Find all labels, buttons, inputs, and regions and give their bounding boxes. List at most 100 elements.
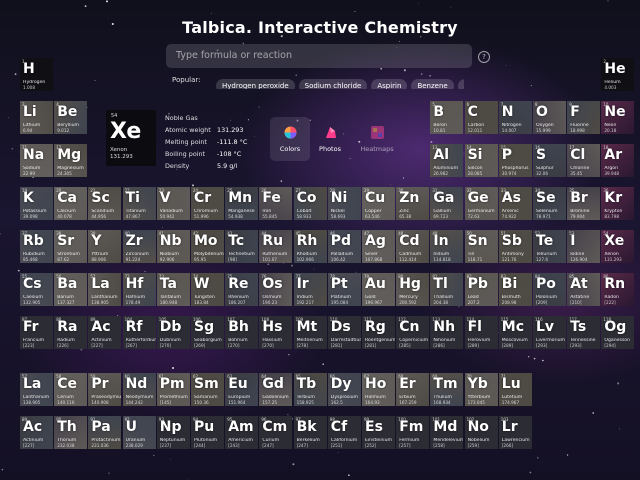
element-cell[interactable]: 29 Cu Copper 63.546: [362, 187, 395, 220]
element-cell[interactable]: 31 Ga Gallium 69.723: [430, 187, 464, 220]
element-cell[interactable]: 12 Mg Magnesium 24.305: [54, 144, 88, 177]
element-cell[interactable]: 82 Pb Lead 207.2: [464, 273, 498, 306]
element-cell[interactable]: 69 Tm Thulium 168.934: [430, 373, 464, 406]
element-cell[interactable]: 19 K Potassium 39.098: [20, 187, 53, 220]
element-cell[interactable]: 83 Bi Bismuth 208.98: [498, 273, 532, 306]
element-cell[interactable]: 108 Hs Hassium [270]: [259, 316, 293, 349]
element-cell[interactable]: 63 Eu Europium 151.964: [225, 373, 259, 406]
element-cell[interactable]: 55 Cs Caesium 132.905: [20, 273, 53, 306]
element-cell[interactable]: 105 Db Dubnium [270]: [156, 316, 190, 349]
element-cell[interactable]: 38 Sr Strontium 87.62: [54, 230, 88, 263]
element-cell[interactable]: 65 Tb Terbium 158.925: [293, 373, 327, 406]
element-cell[interactable]: 100 Fm Fermium [257]: [396, 416, 430, 449]
element-cell[interactable]: 16 S Sulphur 32.06: [533, 144, 566, 177]
selected-element-tile[interactable]: 54 Xe Xenon 131.293: [106, 110, 156, 166]
element-cell[interactable]: 58 Ce Cerium 140.116: [54, 373, 88, 406]
element-cell[interactable]: 45 Rh Rhodium 102.906: [293, 230, 327, 263]
element-cell[interactable]: 52 Te Tellurium 127.6: [533, 230, 566, 263]
element-cell[interactable]: 68 Er Erbium 167.259: [396, 373, 430, 406]
element-cell[interactable]: 53 I Iodine 126.904: [567, 230, 601, 263]
element-cell[interactable]: 95 Am Americium [243]: [225, 416, 259, 449]
element-cell[interactable]: 57 La Lanthanum 138.905: [20, 373, 53, 406]
element-cell[interactable]: 27 Co Cobalt 58.933: [293, 187, 327, 220]
popular-chip[interactable]: Benzene: [411, 79, 454, 89]
element-cell[interactable]: 86 Rn Radon [222]: [601, 273, 635, 306]
popular-chip[interactable]: Hydrogen peroxide: [216, 79, 295, 89]
element-cell[interactable]: 71 Lu Lutetium 174.967: [498, 373, 532, 406]
element-cell[interactable]: 77 Ir Iridium 192.217: [293, 273, 327, 306]
element-cell[interactable]: 17 Cl Chlorine 35.45: [567, 144, 601, 177]
element-cell[interactable]: 37 Rb Rubidium 85.468: [20, 230, 53, 263]
colors-view-button[interactable]: Colors: [270, 117, 310, 161]
element-cell[interactable]: 57 La Lanthanum 138.905: [88, 273, 122, 306]
element-cell[interactable]: 7 N Nitrogen 14.007: [498, 101, 532, 134]
element-cell[interactable]: 92 U Uranium 238.029: [122, 416, 156, 449]
element-cell[interactable]: 26 Fe Iron 55.845: [259, 187, 293, 220]
element-cell[interactable]: 114 Fl Flerovium [289]: [464, 316, 498, 349]
element-cell[interactable]: 109 Mt Meitnerium [278]: [293, 316, 327, 349]
element-cell[interactable]: 67 Ho Holmium 164.93: [362, 373, 395, 406]
element-cell[interactable]: 4 Be Beryllium 9.012: [54, 101, 88, 134]
element-cell[interactable]: 80 Hg Mercury 200.592: [396, 273, 430, 306]
element-cell[interactable]: 36 Kr Krypton 83.798: [601, 187, 635, 220]
element-cell[interactable]: 48 Cd Cadmium 112.414: [396, 230, 430, 263]
element-cell[interactable]: 21 Sc Scandium 44.956: [88, 187, 122, 220]
element-cell[interactable]: 110 Ds Darmstadtium [281]: [327, 316, 361, 349]
popular-chip[interactable]: Ag: [457, 79, 464, 89]
element-cell[interactable]: 84 Po Polonium [209]: [533, 273, 566, 306]
element-cell[interactable]: 62 Sm Samarium 150.36: [191, 373, 224, 406]
element-cell[interactable]: 87 Fr Francium [223]: [20, 316, 53, 349]
element-cell[interactable]: 78 Pt Platinum 195.084: [327, 273, 361, 306]
element-cell[interactable]: 43 Tc Technetium [98]: [225, 230, 259, 263]
element-cell[interactable]: 118 Og Oganesson [294]: [601, 316, 635, 349]
element-cell[interactable]: 34 Se Selenium 78.971: [533, 187, 566, 220]
element-cell[interactable]: 74 W Tungsten 183.84: [191, 273, 224, 306]
element-cell[interactable]: 90 Th Thorium 232.038: [54, 416, 88, 449]
help-icon[interactable]: ?: [478, 51, 490, 63]
element-cell[interactable]: 2 He Helium 4.003: [601, 58, 635, 91]
element-cell[interactable]: 72 Hf Hafnium 178.49: [122, 273, 156, 306]
element-cell[interactable]: 76 Os Osmium 190.23: [259, 273, 293, 306]
element-cell[interactable]: 28 Ni Nickel 58.693: [327, 187, 361, 220]
heatmaps-view-button[interactable]: Heatmaps: [357, 117, 397, 161]
element-cell[interactable]: 94 Pu Plutonium [244]: [191, 416, 224, 449]
element-cell[interactable]: 33 As Arsenic 74.922: [498, 187, 532, 220]
element-cell[interactable]: 24 Cr Chromium 51.996: [191, 187, 224, 220]
element-cell[interactable]: 85 At Astatine [210]: [567, 273, 601, 306]
photos-view-button[interactable]: Photos: [310, 117, 350, 161]
element-cell[interactable]: 8 O Oxygen 15.999: [533, 101, 566, 134]
element-cell[interactable]: 15 P Phosphorus 30.974: [498, 144, 532, 177]
element-cell[interactable]: 116 Lv Livermorium [293]: [533, 316, 566, 349]
element-cell[interactable]: 64 Gd Gadolinium 157.25: [259, 373, 293, 406]
element-cell[interactable]: 88 Ra Radium [226]: [54, 316, 88, 349]
element-cell[interactable]: 107 Bh Bohrium [270]: [225, 316, 259, 349]
element-cell[interactable]: 49 In Indium 114.818: [430, 230, 464, 263]
element-cell[interactable]: 41 Nb Niobium 92.906: [156, 230, 190, 263]
element-cell[interactable]: 11 Na Sodium 22.99: [20, 144, 53, 177]
element-cell[interactable]: 75 Re Rhenium 186.207: [225, 273, 259, 306]
element-cell[interactable]: 111 Rg Roentgenium [281]: [362, 316, 395, 349]
popular-chip[interactable]: Aspirin: [371, 79, 408, 89]
element-cell[interactable]: 99 Es Einsteinium [252]: [362, 416, 395, 449]
element-cell[interactable]: 79 Au Gold 196.967: [362, 273, 395, 306]
element-cell[interactable]: 39 Y Yttrium 88.906: [88, 230, 122, 263]
element-cell[interactable]: 73 Ta Tantalum 180.948: [156, 273, 190, 306]
element-cell[interactable]: 5 B Boron 10.81: [430, 101, 464, 134]
element-cell[interactable]: 30 Zn Zinc 65.38: [396, 187, 430, 220]
element-cell[interactable]: 70 Yb Ytterbium 173.045: [464, 373, 498, 406]
element-cell[interactable]: 117 Ts Tennessine [293]: [567, 316, 601, 349]
element-cell[interactable]: 9 F Fluorine 18.998: [567, 101, 601, 134]
element-cell[interactable]: 18 Ar Argon 39.948: [601, 144, 635, 177]
element-cell[interactable]: 6 C Carbon 12.011: [464, 101, 498, 134]
element-cell[interactable]: 93 Np Neptunium [237]: [156, 416, 190, 449]
element-cell[interactable]: 51 Sb Antimony 121.76: [498, 230, 532, 263]
element-cell[interactable]: 13 Al Aluminium 26.982: [430, 144, 464, 177]
element-cell[interactable]: 54 Xe Xenon 131.293: [601, 230, 635, 263]
element-cell[interactable]: 66 Dy Dysprosium 162.5: [327, 373, 361, 406]
element-cell[interactable]: 35 Br Bromine 79.904: [567, 187, 601, 220]
element-cell[interactable]: 113 Nh Nihonium [286]: [430, 316, 464, 349]
element-cell[interactable]: 47 Ag Silver 107.868: [362, 230, 395, 263]
element-cell[interactable]: 10 Ne Neon 20.18: [601, 101, 635, 134]
element-cell[interactable]: 59PrPraseodymium140.908: [88, 373, 122, 406]
element-cell[interactable]: 60 Nd Neodymium 144.242: [122, 373, 156, 406]
